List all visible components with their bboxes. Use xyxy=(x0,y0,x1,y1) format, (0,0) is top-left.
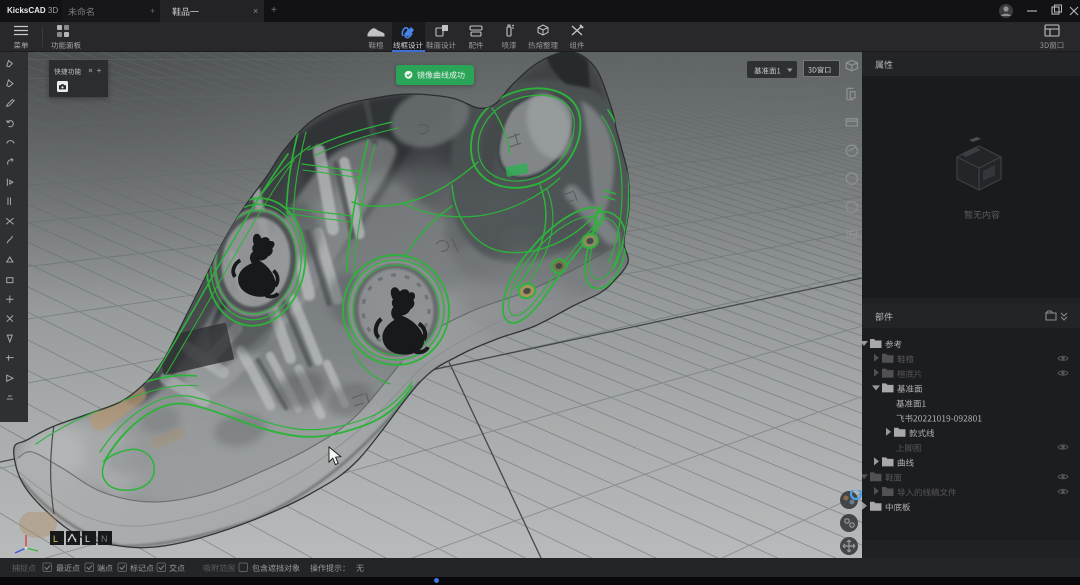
svg-text:L: L xyxy=(85,534,90,544)
svg-text:L: L xyxy=(53,534,58,544)
svg-text:N: N xyxy=(101,534,108,544)
